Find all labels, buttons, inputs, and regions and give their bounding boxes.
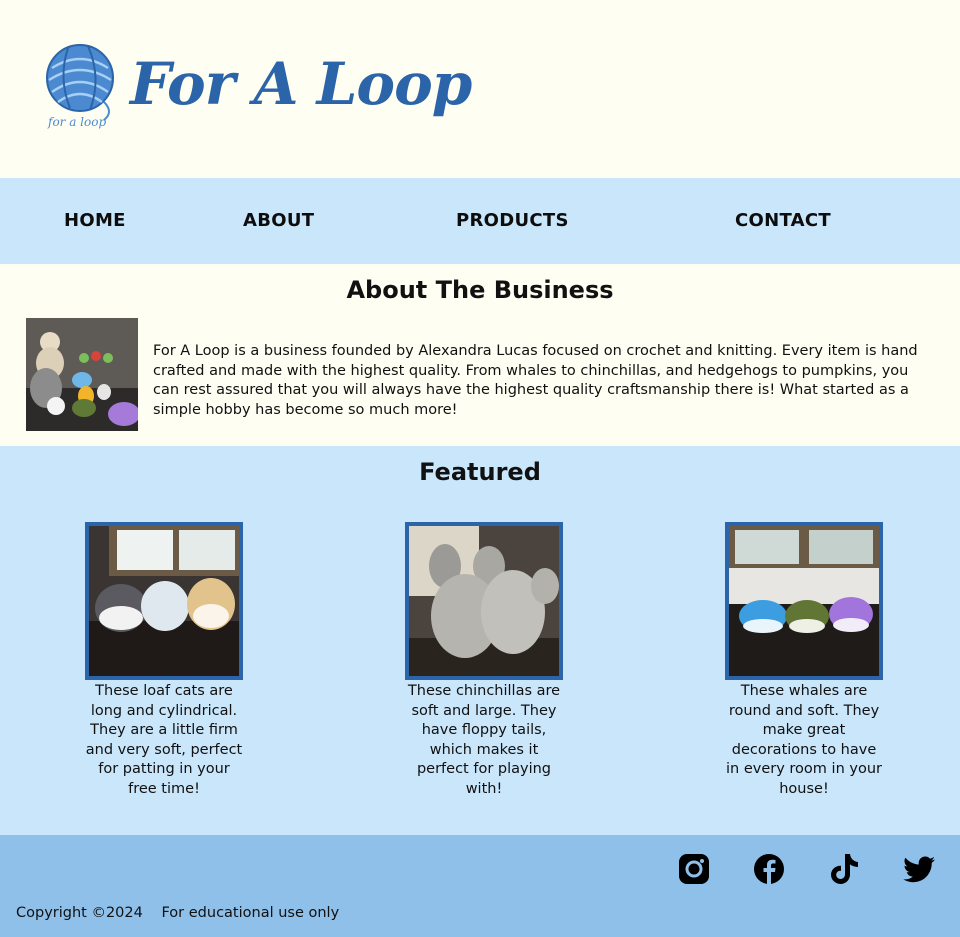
about-description: For A Loop is a business founded by Alex…: [153, 343, 918, 418]
featured-caption-cats: These loaf cats are long and cylindrical…: [85, 683, 243, 797]
nav-home[interactable]: HOME: [64, 210, 126, 231]
copyright-text: Copyright ©2024: [16, 905, 143, 921]
brand-name[interactable]: For A Loop: [130, 50, 472, 118]
featured-caption-chinchillas: These chinchillas are soft and large. Th…: [407, 683, 561, 797]
about-photo: [26, 318, 138, 431]
whales-photo[interactable]: [725, 522, 883, 680]
nav-about[interactable]: ABOUT: [243, 210, 314, 231]
logo-tagline: for a loop: [47, 115, 106, 129]
copyright-line: Copyright ©2024 For educational use only: [16, 905, 353, 921]
site-footer: Copyright ©2024 For educational use only: [0, 835, 960, 937]
main-nav: HOME ABOUT PRODUCTS CONTACT: [0, 178, 960, 264]
nav-contact[interactable]: CONTACT: [735, 210, 831, 231]
twitter-icon[interactable]: [901, 851, 937, 887]
educational-note: For educational use only: [161, 905, 340, 921]
featured-card-cats[interactable]: These loaf cats are long and cylindrical…: [85, 522, 245, 799]
about-heading: About The Business: [346, 276, 614, 304]
featured-heading: Featured: [419, 458, 541, 486]
featured-card-chinchillas[interactable]: These chinchillas are soft and large. Th…: [405, 522, 565, 799]
nav-products[interactable]: PRODUCTS: [456, 210, 569, 231]
featured-section: Featured These loaf cats are long and cy…: [0, 446, 960, 835]
loaf-cats-photo[interactable]: [85, 522, 243, 680]
featured-card-whales[interactable]: These whales are round and soft. They ma…: [725, 522, 885, 799]
facebook-icon[interactable]: [751, 851, 787, 887]
featured-caption-whales: These whales are round and soft. They ma…: [726, 683, 882, 797]
site-header: for a loop For A Loop: [0, 0, 960, 178]
yarn-ball-logo-icon[interactable]: for a loop: [44, 42, 116, 130]
tiktok-icon[interactable]: [826, 851, 862, 887]
instagram-icon[interactable]: [676, 851, 712, 887]
chinchillas-photo[interactable]: [405, 522, 563, 680]
about-section: About The Business For A Loop is a busin…: [0, 264, 960, 446]
